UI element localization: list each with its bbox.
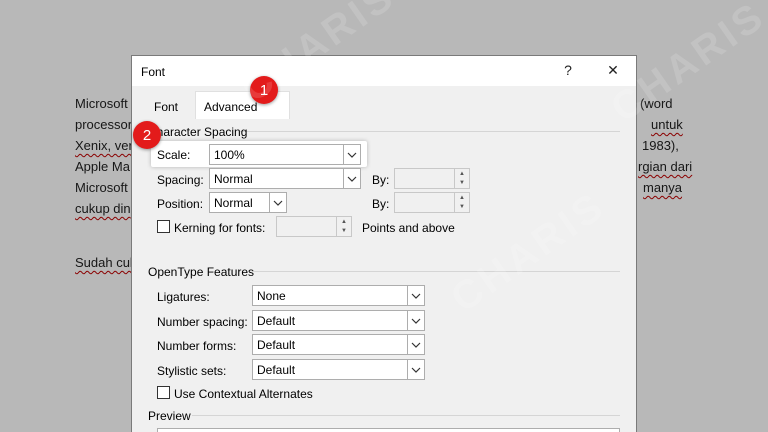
- spacing-value: Normal: [214, 172, 253, 186]
- ligatures-dropdown[interactable]: None: [252, 285, 425, 306]
- opentype-divider: [252, 271, 620, 272]
- character-spacing-divider: [240, 131, 620, 132]
- close-button[interactable]: ✕: [604, 62, 622, 79]
- spacing-label: Spacing:: [157, 173, 204, 187]
- number-forms-label: Number forms:: [157, 339, 237, 353]
- number-spacing-dropdown[interactable]: Default: [252, 310, 425, 331]
- spinner-icon[interactable]: ▲ ▼: [336, 217, 351, 236]
- number-forms-value: Default: [257, 338, 296, 352]
- character-spacing-heading: Character Spacing: [148, 125, 248, 139]
- spinner-icon[interactable]: ▲ ▼: [454, 193, 469, 212]
- chevron-down-icon[interactable]: [407, 311, 424, 330]
- annotation-badge-2: 2: [133, 121, 161, 149]
- chevron-down-icon[interactable]: [269, 193, 286, 212]
- scale-label: Scale:: [157, 148, 191, 162]
- spacing-dropdown[interactable]: Normal: [209, 168, 361, 189]
- preview-divider: [192, 415, 620, 416]
- stylistic-sets-value: Default: [257, 363, 296, 377]
- spinner-icon[interactable]: ▲ ▼: [454, 169, 469, 188]
- contextual-alternates-checkbox[interactable]: [157, 386, 170, 399]
- chevron-down-icon[interactable]: [407, 286, 424, 305]
- preview-heading: Preview: [148, 409, 191, 423]
- opentype-heading: OpenType Features: [148, 265, 255, 279]
- position-value: Normal: [214, 196, 253, 210]
- position-dropdown[interactable]: Normal: [209, 192, 287, 213]
- position-label: Position:: [157, 197, 204, 211]
- scale-dropdown[interactable]: 100%: [209, 144, 361, 165]
- spacing-by-label: By:: [372, 173, 390, 187]
- kerning-label: Kerning for fonts:: [174, 221, 266, 235]
- scale-value: 100%: [214, 148, 245, 162]
- kerning-suffix: Points and above: [362, 221, 455, 235]
- contextual-alternates-label: Use Contextual Alternates: [174, 387, 313, 401]
- number-spacing-value: Default: [257, 314, 296, 328]
- position-by-label: By:: [372, 197, 390, 211]
- chevron-down-icon[interactable]: [407, 360, 424, 379]
- chevron-down-icon[interactable]: [343, 145, 360, 164]
- tab-advanced-label: Advanced: [204, 100, 258, 114]
- stylistic-sets-dropdown[interactable]: Default: [252, 359, 425, 380]
- chevron-down-icon[interactable]: [343, 169, 360, 188]
- position-by-stepper[interactable]: ▲ ▼: [394, 192, 470, 213]
- dialog-title: Font: [141, 65, 166, 79]
- stylistic-sets-label: Stylistic sets:: [157, 364, 227, 378]
- preview-box: [157, 428, 620, 432]
- help-button[interactable]: ?: [559, 62, 577, 78]
- number-spacing-label: Number spacing:: [157, 315, 248, 329]
- kerning-stepper[interactable]: ▲ ▼: [276, 216, 352, 237]
- ligatures-value: None: [257, 289, 286, 303]
- ligatures-label: Ligatures:: [157, 290, 210, 304]
- dialog-titlebar: Font ? ✕: [132, 56, 636, 86]
- chevron-down-icon[interactable]: [407, 335, 424, 354]
- number-forms-dropdown[interactable]: Default: [252, 334, 425, 355]
- spacing-by-stepper[interactable]: ▲ ▼: [394, 168, 470, 189]
- tab-font[interactable]: Font: [154, 100, 178, 114]
- kerning-checkbox[interactable]: [157, 220, 170, 233]
